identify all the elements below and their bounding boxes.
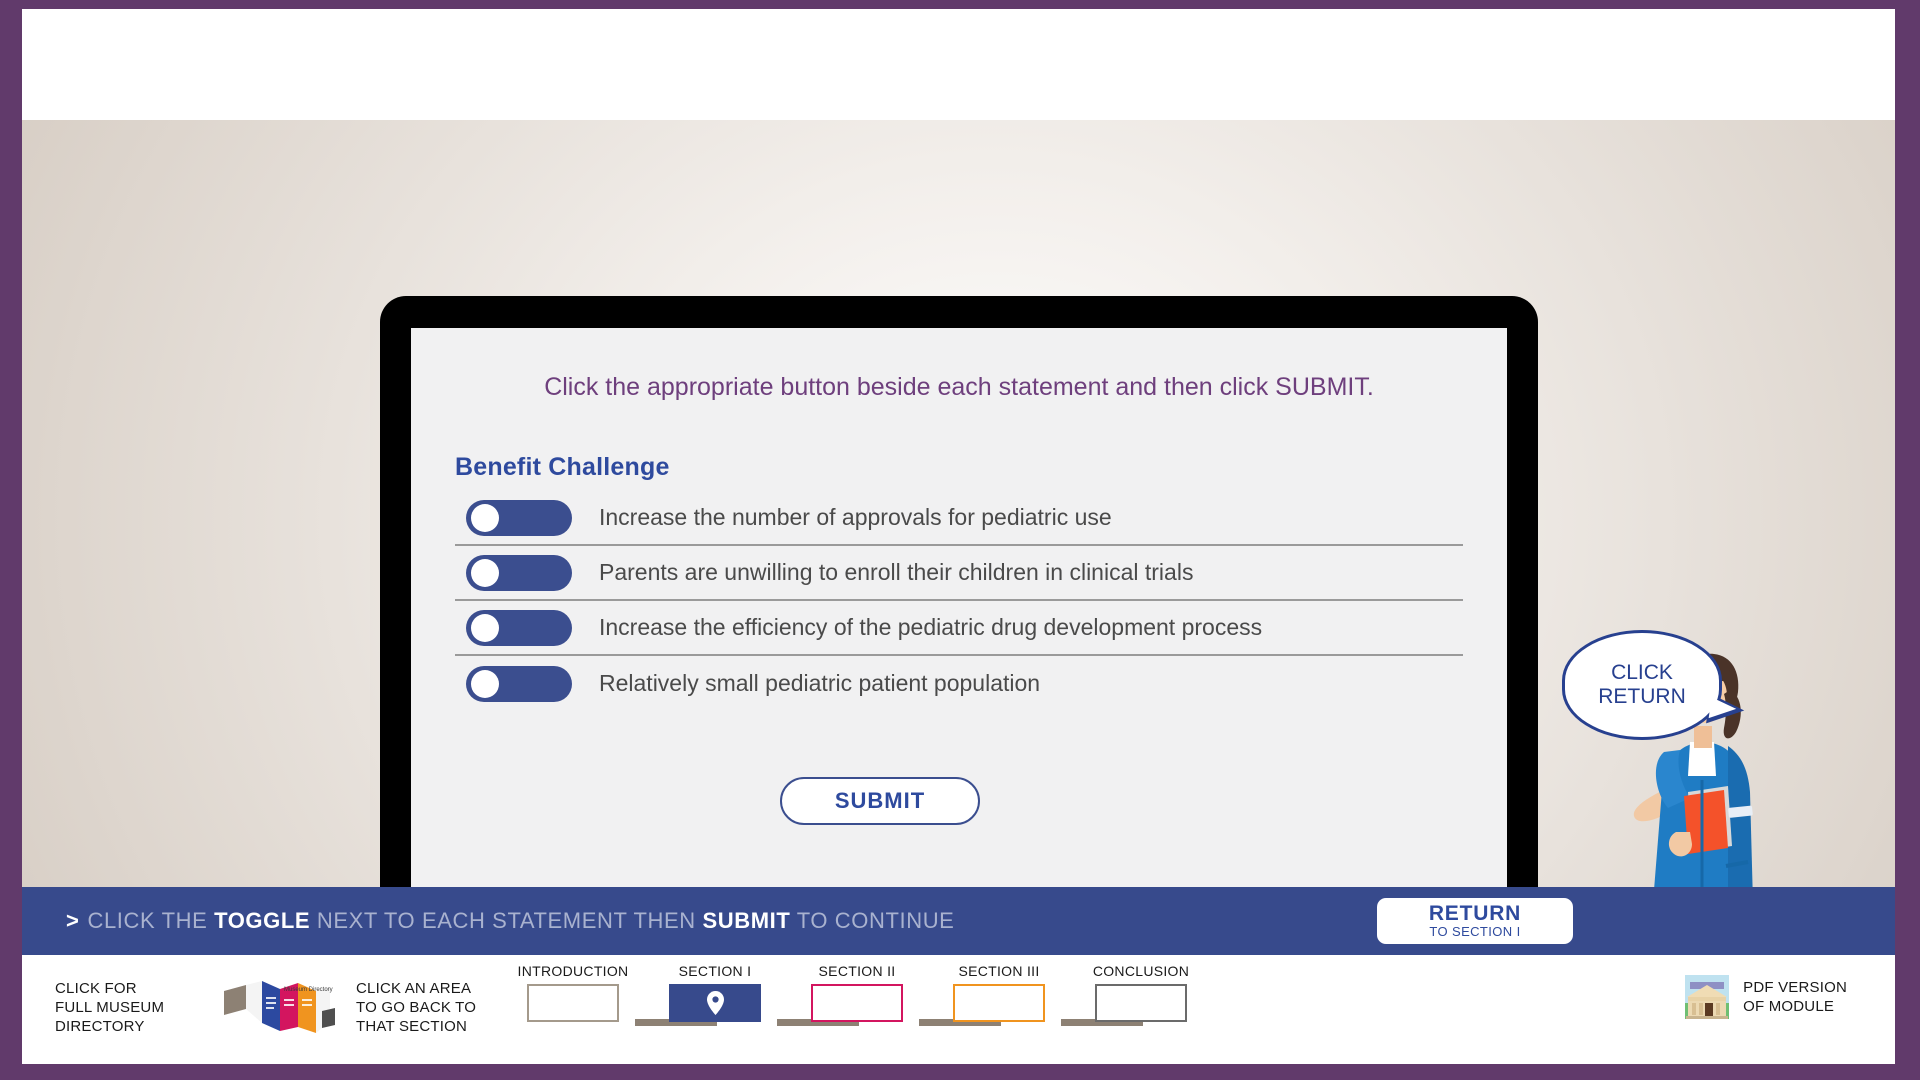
- instruction-part-3: TO CONTINUE: [790, 908, 955, 933]
- statement-label: Increase the efficiency of the pediatric…: [599, 614, 1263, 640]
- museum-building-icon: [1685, 975, 1730, 1019]
- return-button-title: RETURN: [1428, 902, 1522, 926]
- return-button[interactable]: RETURN TO SECTION I: [1377, 898, 1573, 944]
- statement-label: Relatively small pediatric patient popul…: [599, 670, 1041, 696]
- location-pin-icon: [706, 991, 724, 1015]
- speech-bubble-text: CLICK RETURN: [1562, 630, 1722, 740]
- submit-button[interactable]: SUBMIT: [780, 777, 980, 825]
- statement-toggle-3[interactable]: [466, 609, 572, 646]
- instruction-text: > CLICK THE TOGGLE NEXT TO EACH STATEMENT…: [66, 908, 954, 934]
- return-button-subtitle: TO SECTION I: [1429, 924, 1521, 940]
- screen-heading: Benefit Challenge: [455, 453, 670, 481]
- nav-node-section-i[interactable]: SECTION I: [639, 963, 791, 1022]
- nav-node-conclusion[interactable]: CONCLUSION: [1065, 963, 1217, 1022]
- top-white-band: [22, 9, 1895, 120]
- statement-row: Relatively small pediatric patient popul…: [455, 656, 1463, 711]
- speech-bubble-line2: RETURN: [1598, 685, 1686, 708]
- svg-text:Museum Directory: Museum Directory: [284, 987, 333, 993]
- statement-label: Increase the number of approvals for ped…: [599, 504, 1112, 530]
- nav-node-section-iii[interactable]: SECTION III: [923, 963, 1075, 1022]
- instruction-part-2: NEXT TO EACH STATEMENT THEN: [310, 908, 703, 933]
- toggle-knob: [471, 558, 499, 587]
- monitor-screen: Click the appropriate button beside each…: [411, 328, 1507, 890]
- nav-node-introduction[interactable]: INTRODUCTION: [497, 963, 649, 1022]
- toggle-knob: [471, 669, 499, 698]
- statement-toggle-4[interactable]: [466, 665, 572, 702]
- speech-bubble: CLICK RETURN: [1562, 630, 1746, 740]
- statement-label: Parents are unwilling to enroll their ch…: [599, 559, 1194, 585]
- section-progress-nav: INTRODUCTION SECTION I SECTION II SECTIO…: [518, 963, 1227, 1053]
- pdf-version-link[interactable]: PDF VERSION OF MODULE: [1683, 973, 1847, 1021]
- museum-directory-brochure-icon[interactable]: Museum Directory: [222, 975, 337, 1041]
- speech-bubble-line1: CLICK: [1611, 661, 1673, 685]
- nav-node-caption: INTRODUCTION: [517, 963, 629, 979]
- click-area-label: CLICK AN AREA TO GO BACK TO THAT SECTION: [356, 980, 477, 1036]
- scene-background: Click the appropriate button beside each…: [22, 120, 1895, 1000]
- nav-node-box[interactable]: [1095, 984, 1187, 1022]
- bottom-nav-strip: CLICK FOR FULL MUSEUM DIRECTORY Museum Dir…: [22, 955, 1895, 1064]
- statement-list: Increase the number of approvals for ped…: [455, 491, 1463, 711]
- nav-node-section-ii[interactable]: SECTION II: [781, 963, 933, 1022]
- statement-row: Increase the number of approvals for ped…: [455, 491, 1463, 546]
- toggle-knob: [471, 503, 499, 532]
- nav-node-caption: CONCLUSION: [1092, 963, 1190, 979]
- statement-row: Increase the efficiency of the pediatric…: [455, 601, 1463, 656]
- nav-node-caption: SECTION I: [678, 963, 752, 979]
- instruction-highlight-toggle: TOGGLE: [214, 908, 311, 933]
- nav-node-box-current[interactable]: [669, 984, 761, 1022]
- nav-node-caption: SECTION III: [958, 963, 1040, 979]
- module-stage: Click the appropriate button beside each…: [22, 9, 1895, 1064]
- screen-prompt: Click the appropriate button beside each…: [544, 373, 1374, 401]
- instruction-bar: > CLICK THE TOGGLE NEXT TO EACH STATEMENT…: [22, 887, 1895, 955]
- statement-row: Parents are unwilling to enroll their ch…: [455, 546, 1463, 601]
- chevron-icon: >: [66, 908, 80, 933]
- instruction-highlight-submit: SUBMIT: [702, 908, 791, 933]
- nav-node-box[interactable]: [527, 984, 619, 1022]
- statement-toggle-2[interactable]: [466, 554, 572, 591]
- nav-node-box[interactable]: [953, 984, 1045, 1022]
- pdf-version-label: PDF VERSION OF MODULE: [1743, 978, 1847, 1015]
- instruction-part-1: CLICK THE: [87, 908, 215, 933]
- toggle-knob: [471, 613, 499, 642]
- statement-toggle-1[interactable]: [466, 499, 572, 536]
- nav-node-caption: SECTION II: [818, 963, 896, 979]
- museum-directory-label: CLICK FOR FULL MUSEUM DIRECTORY: [55, 980, 165, 1036]
- nav-node-box[interactable]: [811, 984, 903, 1022]
